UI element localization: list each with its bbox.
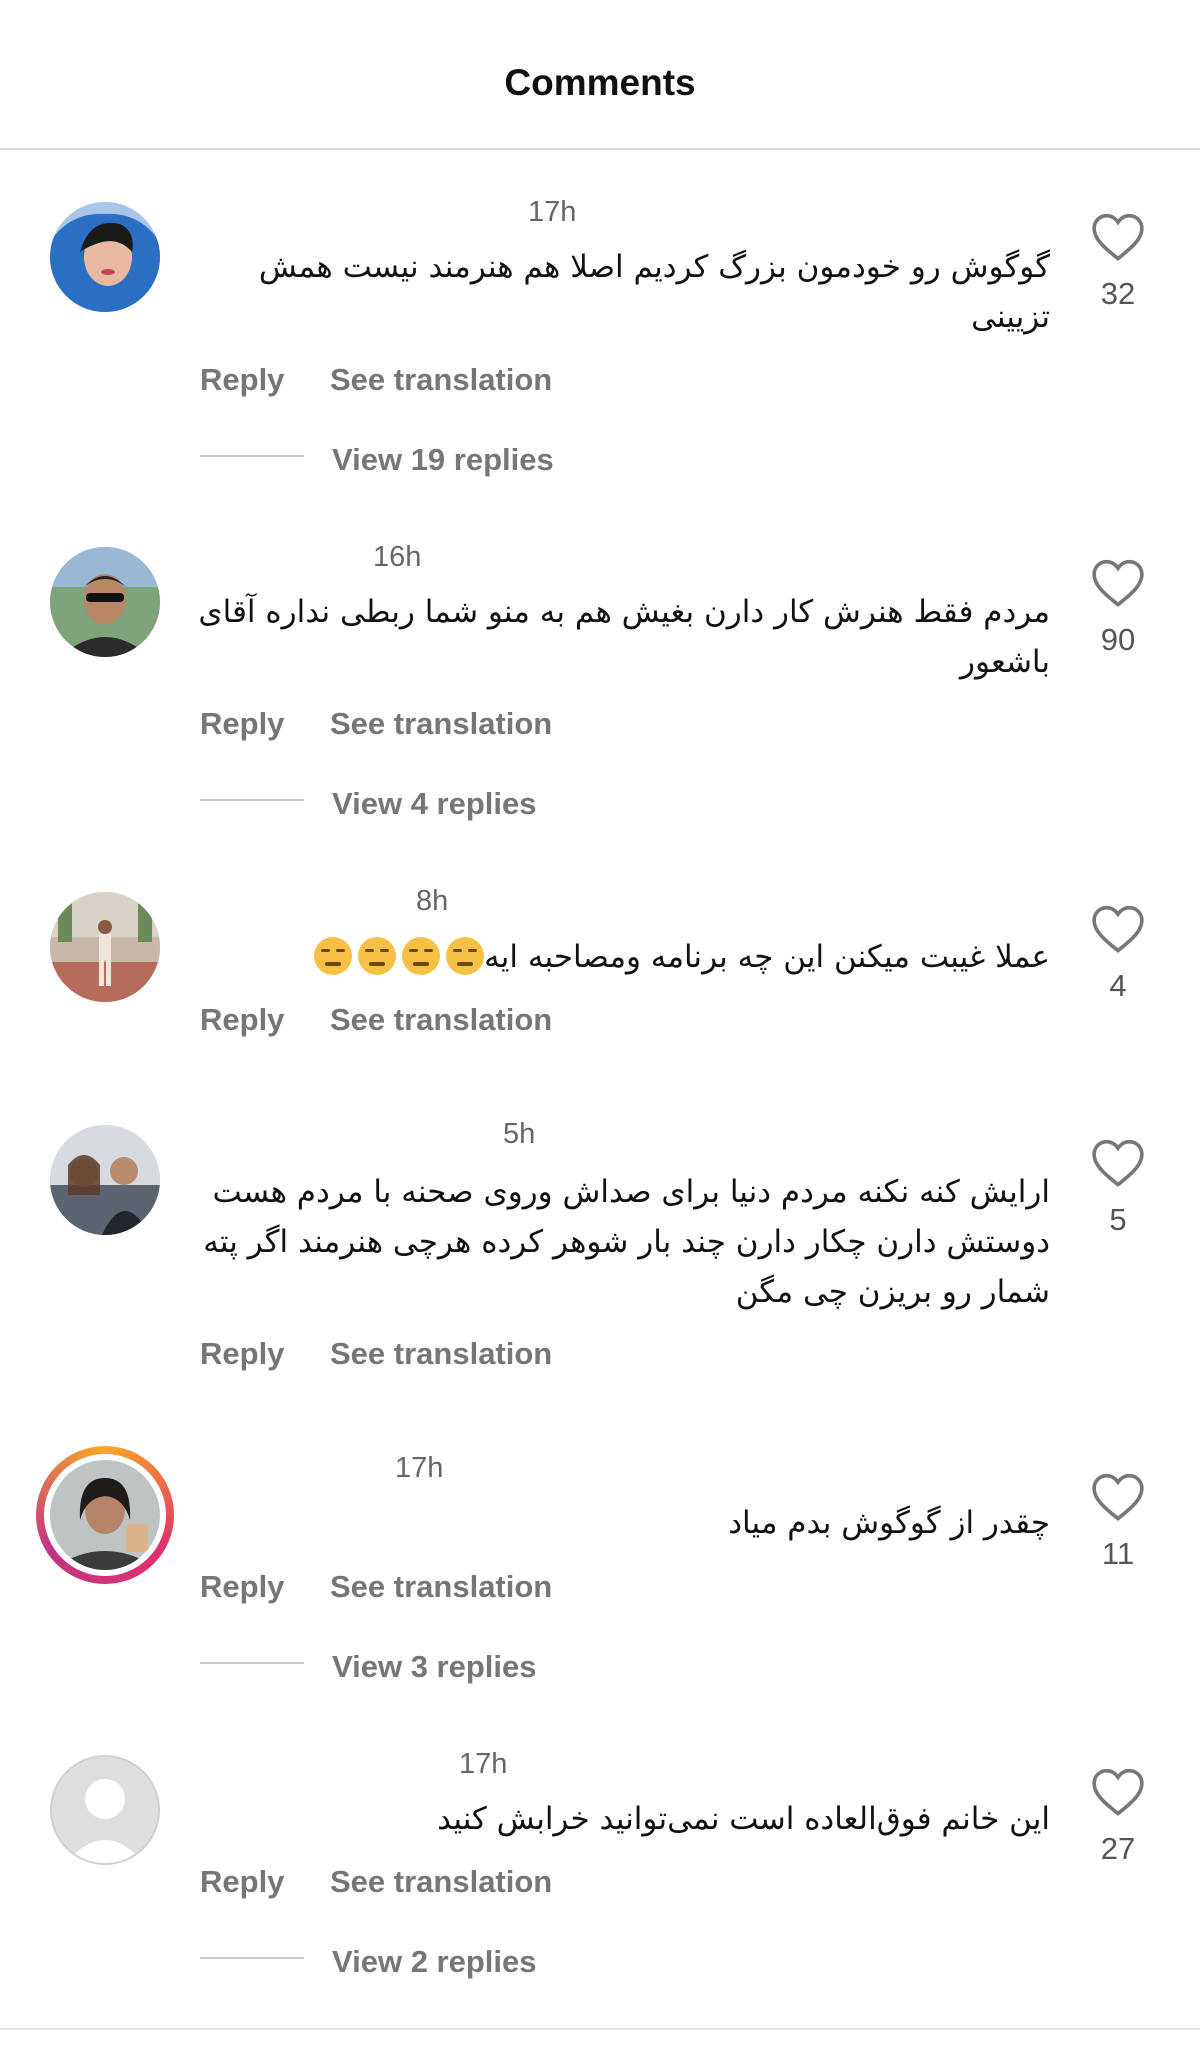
view-replies-button[interactable]: View 4 replies bbox=[332, 786, 537, 822]
replies-divider bbox=[200, 1662, 304, 1664]
heart-outline-icon[interactable] bbox=[1090, 558, 1146, 608]
reply-button[interactable]: Reply bbox=[200, 1336, 284, 1372]
confounded-face-icon bbox=[314, 937, 353, 975]
avatar-image bbox=[50, 892, 160, 1002]
comment-time: 16h bbox=[373, 541, 422, 573]
page-title: Comments bbox=[504, 62, 696, 103]
like-count: 32 bbox=[1100, 276, 1136, 311]
see-translation-button[interactable]: See translation bbox=[330, 1002, 552, 1038]
comment-time: 8h bbox=[416, 885, 449, 917]
heart-outline-icon[interactable] bbox=[1090, 904, 1146, 954]
avatar[interactable] bbox=[50, 202, 160, 312]
view-replies-button[interactable]: View 2 replies bbox=[332, 1944, 537, 1980]
avatar[interactable] bbox=[50, 1755, 160, 1865]
avatar-with-story-ring[interactable] bbox=[36, 1446, 174, 1584]
avatar-image bbox=[50, 547, 160, 657]
view-replies-button[interactable]: View 3 replies bbox=[332, 1649, 537, 1685]
comment-text: گوگوش رو خودمون بزرگ کردیم اصلا هم هنرمن… bbox=[258, 249, 1050, 335]
view-replies-button[interactable]: View 19 replies bbox=[332, 442, 554, 478]
avatar[interactable] bbox=[50, 1125, 160, 1235]
heart-outline-icon[interactable] bbox=[1090, 1138, 1146, 1188]
avatar[interactable] bbox=[50, 892, 160, 1002]
comment-text: عملا غیبت میکنن این چه برنامه ومصاحبه ای… bbox=[190, 932, 1050, 982]
see-translation-button[interactable]: See translation bbox=[330, 1569, 552, 1605]
replies-divider bbox=[200, 1957, 304, 1959]
reply-button[interactable]: Reply bbox=[200, 1569, 284, 1605]
like-count: 11 bbox=[1101, 1536, 1135, 1571]
reply-button[interactable]: Reply bbox=[200, 1002, 284, 1038]
unamused-face-icon bbox=[402, 937, 441, 975]
confounded-face-icon bbox=[358, 937, 397, 975]
like-count: 90 bbox=[1100, 622, 1136, 657]
like-count: 5 bbox=[1109, 1202, 1127, 1237]
comment-text-body: عملا غیبت میکنن این چه برنامه ومصاحبه ای… bbox=[484, 939, 1050, 975]
avatar[interactable] bbox=[50, 547, 160, 657]
comment-time: 5h bbox=[503, 1118, 536, 1150]
heart-outline-icon[interactable] bbox=[1090, 212, 1146, 262]
bottom-divider bbox=[0, 2028, 1200, 2030]
unamused-face-icon bbox=[446, 937, 485, 975]
avatar bbox=[50, 1460, 160, 1570]
reply-button[interactable]: Reply bbox=[200, 706, 284, 742]
comments-header: Comments bbox=[0, 0, 1200, 150]
avatar-image bbox=[50, 1125, 160, 1235]
heart-outline-icon[interactable] bbox=[1090, 1767, 1146, 1817]
see-translation-button[interactable]: See translation bbox=[330, 1864, 552, 1900]
replies-divider bbox=[200, 455, 304, 457]
heart-outline-icon[interactable] bbox=[1090, 1472, 1146, 1522]
reply-button[interactable]: Reply bbox=[200, 362, 284, 398]
like-count: 4 bbox=[1109, 968, 1127, 1003]
comment-text: ارایش کنه نکنه مردم دنیا برای صداش وروی … bbox=[203, 1174, 1050, 1310]
story-ring-gap bbox=[44, 1454, 166, 1576]
avatar-image bbox=[50, 202, 160, 312]
see-translation-button[interactable]: See translation bbox=[330, 1336, 552, 1372]
like-count: 27 bbox=[1100, 1831, 1136, 1866]
see-translation-button[interactable]: See translation bbox=[330, 706, 552, 742]
comment-text: این خانم فوق‌العاده است نمی‌توانید خرابش… bbox=[437, 1801, 1050, 1837]
default-avatar-icon bbox=[52, 1757, 158, 1863]
replies-divider bbox=[200, 799, 304, 801]
comment-time: 17h bbox=[528, 196, 577, 228]
comment-time: 17h bbox=[459, 1748, 508, 1780]
comment-text: چقدر از گوگوش بدم میاد bbox=[728, 1505, 1050, 1541]
avatar-image bbox=[50, 1460, 160, 1570]
see-translation-button[interactable]: See translation bbox=[330, 362, 552, 398]
comment-text: مردم فقط هنرش کار دارن بغیش هم به منو شم… bbox=[198, 594, 1050, 680]
comment-time: 17h bbox=[395, 1452, 444, 1484]
reply-button[interactable]: Reply bbox=[200, 1864, 284, 1900]
